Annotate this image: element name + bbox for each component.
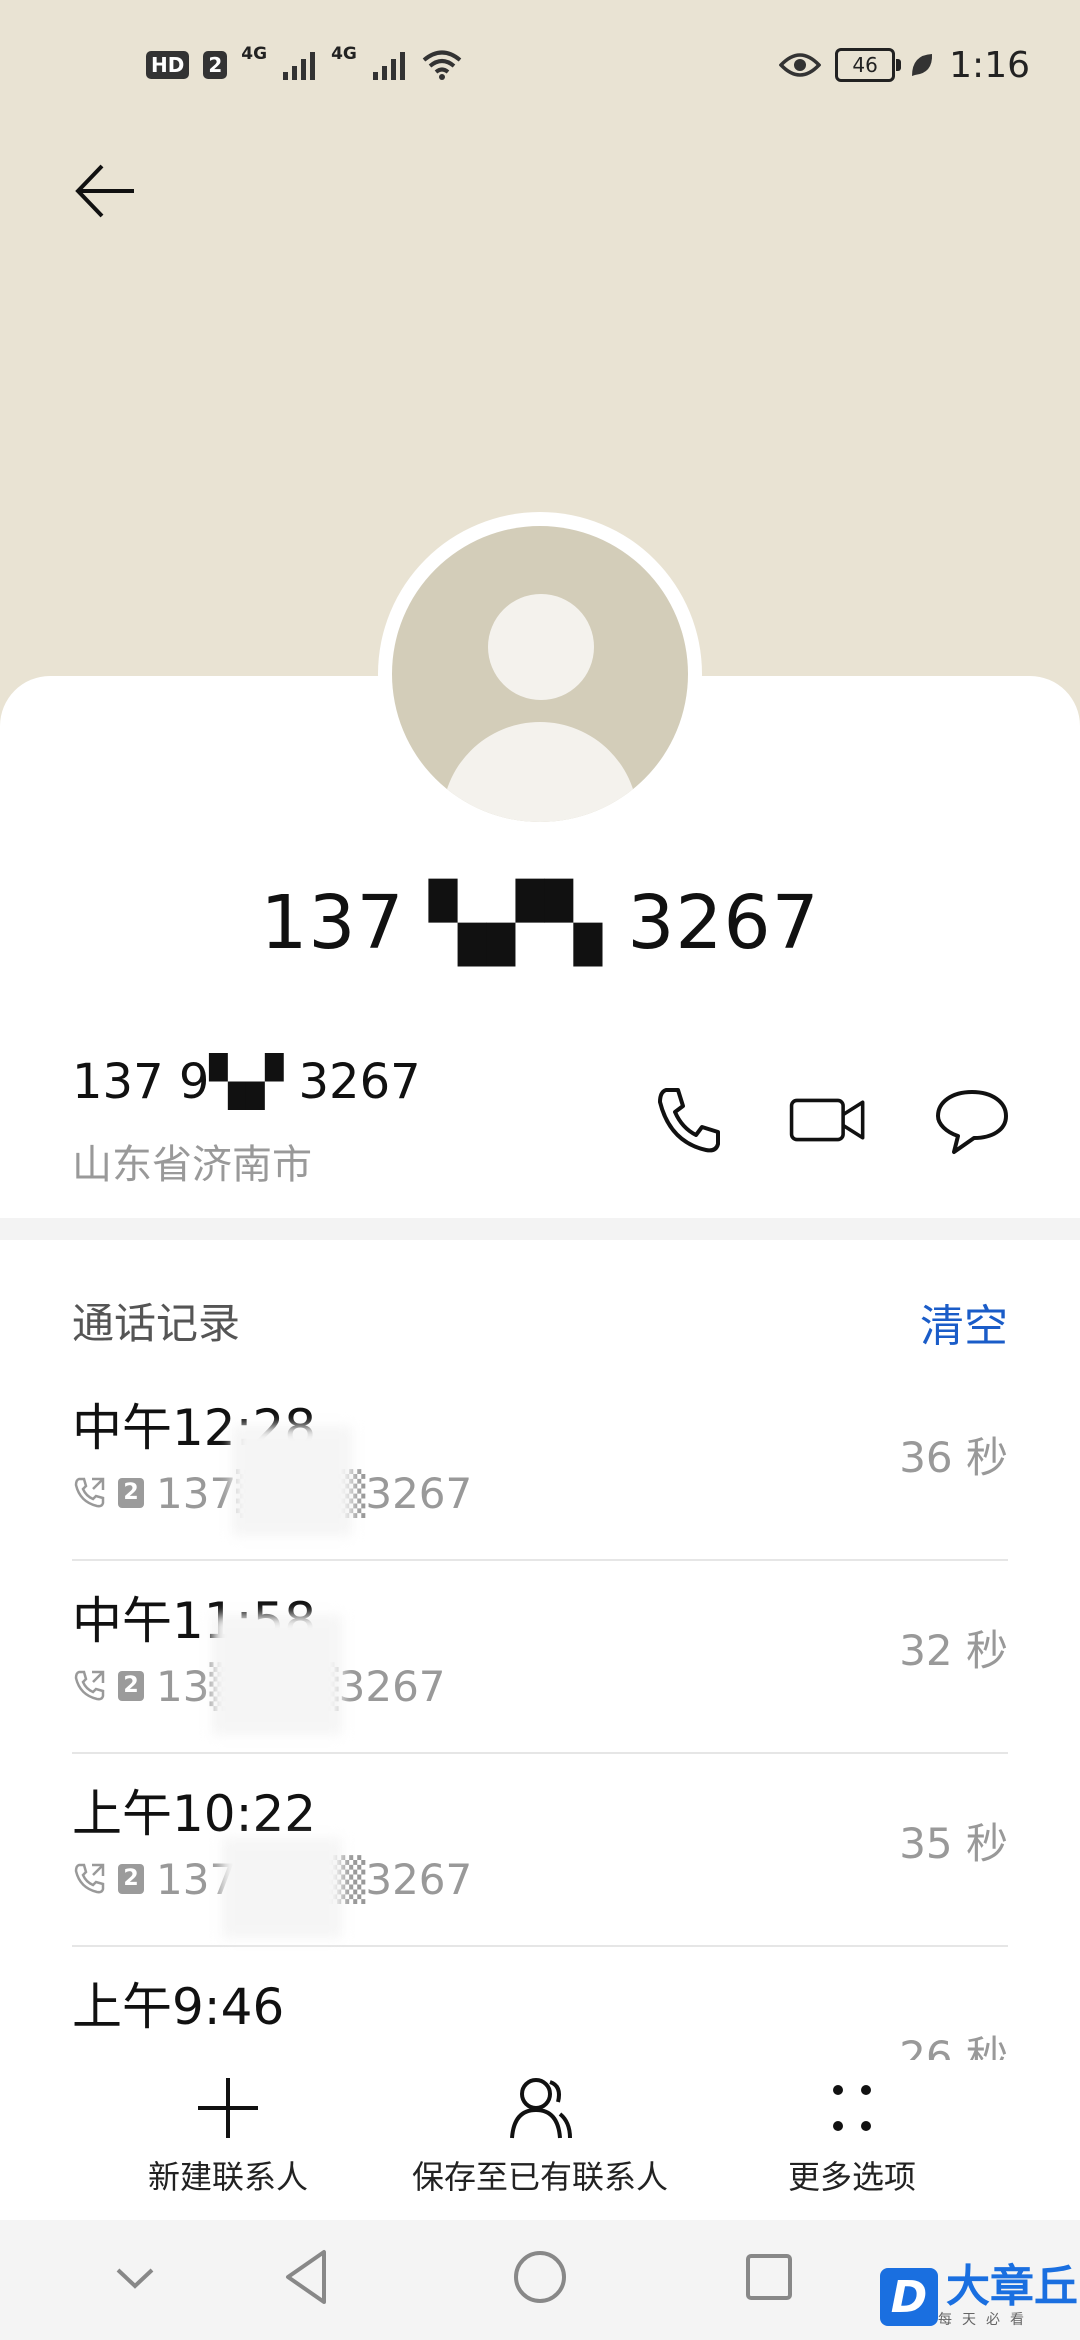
more-options-label: 更多选项 bbox=[787, 2158, 916, 2196]
call-time: 上午9:46 bbox=[72, 1978, 285, 2036]
power-saving-leaf-icon bbox=[912, 54, 933, 76]
call-log-entry[interactable]: 中午11:58 2 13▒▒▒▒3267 32 秒 bbox=[72, 1559, 1008, 1754]
contact-location: 山东省济南市 bbox=[72, 1142, 312, 1188]
sim-2-icon: 2 bbox=[118, 1478, 144, 1508]
privacy-blur bbox=[212, 1615, 342, 1735]
hd-badge: HD bbox=[146, 51, 190, 79]
recents-square-icon[interactable] bbox=[734, 2242, 804, 2312]
battery-level: 46 bbox=[852, 53, 878, 77]
status-bar: HD 2 4G 4G 46 1:16 bbox=[0, 30, 1080, 100]
call-history-title: 通话记录 bbox=[72, 1299, 241, 1348]
status-left: HD 2 4G 4G bbox=[146, 30, 463, 100]
chevron-down-icon[interactable] bbox=[100, 2242, 170, 2312]
contact-title-number: 137 ▚▞▚ 3267 bbox=[260, 880, 820, 966]
home-circle-icon[interactable] bbox=[505, 2242, 575, 2312]
sim-2-icon: 2 bbox=[118, 1864, 144, 1894]
watermark-tagline: 每天必看 bbox=[938, 2312, 1034, 2328]
watermark-text: 大章丘 每天必看 bbox=[938, 2265, 1078, 2329]
call-duration: 35 秒 bbox=[899, 1819, 1008, 1868]
signal-icon bbox=[372, 52, 405, 80]
more-dots-icon bbox=[833, 2085, 871, 2131]
bottom-action-bar: 新建联系人 保存至已有联系人 更多选项 bbox=[0, 2060, 1080, 2220]
outgoing-call-icon bbox=[74, 1863, 105, 1894]
save-to-existing-button[interactable]: 保存至已有联系人 bbox=[380, 2060, 700, 2220]
plus-icon bbox=[198, 2078, 258, 2138]
outgoing-call-icon bbox=[74, 1477, 105, 1508]
call-log-entry[interactable]: 上午10:22 2 137▒▒▒▒3267 35 秒 bbox=[72, 1752, 1008, 1947]
status-right: 46 1:16 bbox=[779, 30, 1030, 100]
sim-badge: 2 bbox=[203, 51, 228, 79]
eye-comfort-icon bbox=[779, 53, 822, 77]
more-options-button[interactable]: 更多选项 bbox=[692, 2060, 1012, 2220]
sim-2-icon: 2 bbox=[118, 1671, 144, 1701]
avatar-body bbox=[442, 722, 638, 822]
video-camera-icon[interactable] bbox=[788, 1080, 868, 1160]
back-triangle-icon[interactable] bbox=[274, 2242, 344, 2312]
wifi-icon bbox=[422, 50, 462, 80]
network-type-2: 4G bbox=[331, 44, 357, 64]
privacy-blur bbox=[222, 1838, 342, 1938]
watermark-brand: 大章丘 bbox=[946, 2261, 1078, 2312]
contacts-icon bbox=[510, 2078, 572, 2139]
signal-icon bbox=[283, 52, 316, 80]
avatar[interactable] bbox=[392, 526, 688, 822]
outgoing-call-icon bbox=[74, 1670, 105, 1701]
privacy-blur bbox=[232, 1426, 352, 1536]
new-contact-button[interactable]: 新建联系人 bbox=[68, 2060, 388, 2220]
call-log-entry[interactable]: 中午12:28 2 137▒▒▒▒3267 36 秒 bbox=[72, 1366, 1008, 1561]
call-duration: 26 秒 bbox=[899, 2032, 1008, 2060]
section-divider bbox=[0, 1218, 1080, 1240]
contact-number[interactable]: 137 9▚▞ 3267 bbox=[72, 1054, 421, 1110]
watermark: D 大章丘 每天必看 bbox=[880, 2254, 1080, 2340]
battery-icon: 46 bbox=[835, 48, 902, 82]
avatar-head bbox=[488, 594, 594, 700]
new-contact-label: 新建联系人 bbox=[147, 2158, 308, 2196]
phone-icon[interactable] bbox=[648, 1080, 728, 1160]
clear-history-button[interactable]: 清空 bbox=[920, 1290, 1008, 1354]
arrow-left-icon[interactable] bbox=[72, 158, 138, 224]
call-time: 上午10:22 bbox=[72, 1785, 317, 1843]
message-bubble-icon[interactable] bbox=[932, 1080, 1012, 1160]
network-type-1: 4G bbox=[241, 44, 268, 64]
call-log-entry[interactable]: 上午9:46 26 秒 bbox=[72, 1945, 1008, 2060]
call-duration: 36 秒 bbox=[899, 1433, 1008, 1482]
save-to-existing-label: 保存至已有联系人 bbox=[411, 2158, 668, 2196]
call-duration: 32 秒 bbox=[899, 1626, 1008, 1675]
clock: 1:16 bbox=[949, 44, 1030, 86]
watermark-logo: D bbox=[880, 2268, 938, 2326]
